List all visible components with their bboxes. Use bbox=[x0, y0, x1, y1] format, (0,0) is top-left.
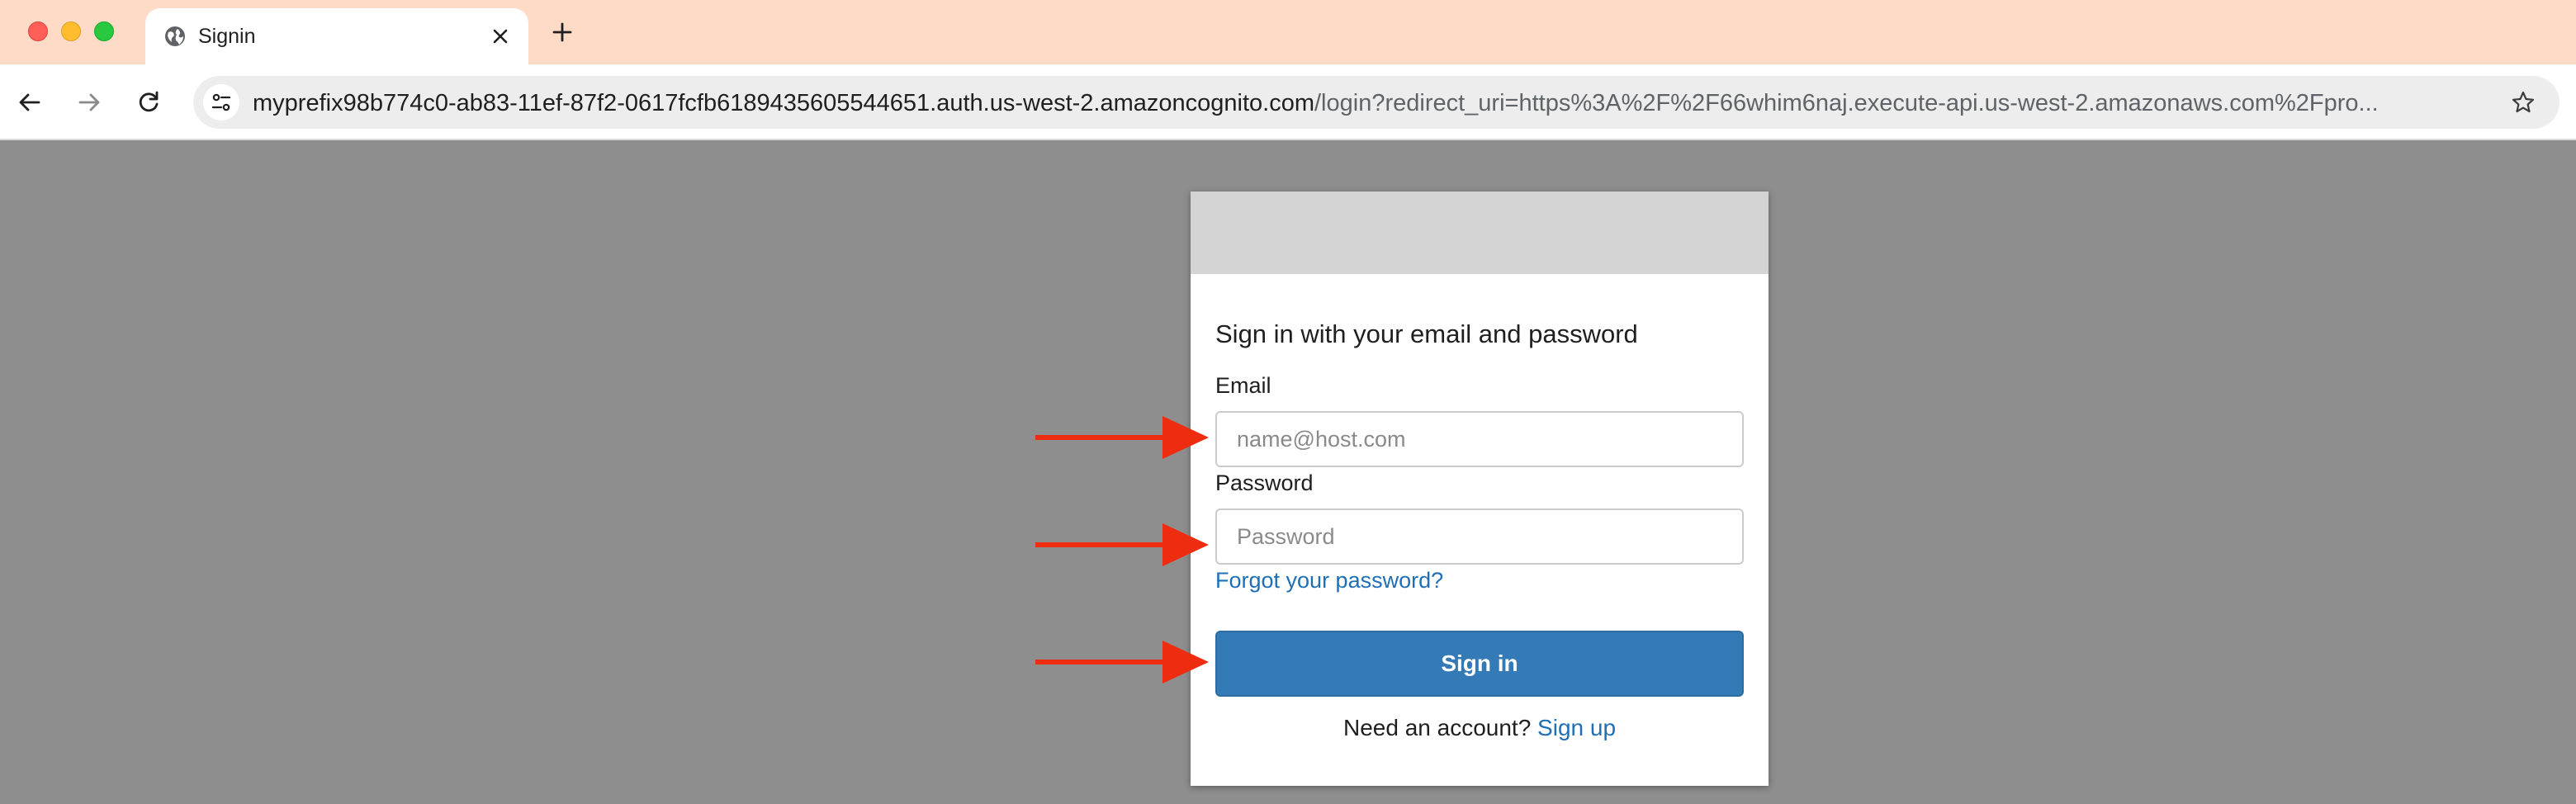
close-window-button[interactable] bbox=[28, 21, 48, 41]
browser-tab-bar: Signin bbox=[0, 0, 2576, 64]
url-host: myprefix98b774c0-ab83-11ef-87f2-0617fcfb… bbox=[253, 90, 1314, 116]
star-icon[interactable] bbox=[2508, 87, 2538, 117]
address-bar[interactable]: myprefix98b774c0-ab83-11ef-87f2-0617fcfb… bbox=[193, 76, 2559, 129]
sign-in-button[interactable]: Sign in bbox=[1215, 631, 1744, 697]
plus-icon[interactable] bbox=[548, 18, 576, 46]
signup-prompt: Need an account? bbox=[1342, 715, 1532, 740]
browser-toolbar: myprefix98b774c0-ab83-11ef-87f2-0617fcfb… bbox=[0, 64, 2576, 140]
email-label: Email bbox=[1215, 373, 1271, 398]
browser-tab[interactable]: Signin bbox=[145, 8, 528, 64]
maximize-window-button[interactable] bbox=[94, 21, 114, 41]
annotation-arrow-icon bbox=[1035, 523, 1209, 566]
tab-title: Signin bbox=[198, 25, 256, 48]
url-path: /login?redirect_uri=https%3A%2F%2F66whim… bbox=[1314, 90, 2379, 116]
back-arrow-icon[interactable] bbox=[15, 87, 45, 117]
signup-row: Need an account? Sign up bbox=[1191, 715, 1769, 741]
globe-icon bbox=[163, 25, 187, 48]
signin-card: Sign in with your email and password Ema… bbox=[1191, 192, 1769, 786]
address-url[interactable]: myprefix98b774c0-ab83-11ef-87f2-0617fcfb… bbox=[253, 90, 2576, 116]
sign-up-link[interactable]: Sign up bbox=[1537, 715, 1616, 740]
site-info-icon[interactable] bbox=[203, 84, 239, 121]
forward-arrow-icon[interactable] bbox=[74, 87, 104, 117]
password-field[interactable] bbox=[1215, 508, 1744, 565]
reload-icon[interactable] bbox=[134, 87, 163, 117]
close-tab-icon[interactable] bbox=[487, 23, 514, 50]
minimize-window-button[interactable] bbox=[61, 21, 81, 41]
annotation-arrow-icon bbox=[1035, 416, 1209, 459]
email-field[interactable] bbox=[1215, 411, 1744, 467]
signin-heading: Sign in with your email and password bbox=[1215, 319, 1638, 348]
card-banner bbox=[1191, 192, 1769, 274]
forgot-password-link[interactable]: Forgot your password? bbox=[1215, 568, 1443, 594]
password-label: Password bbox=[1215, 471, 1314, 495]
annotation-arrow-icon bbox=[1035, 641, 1209, 683]
